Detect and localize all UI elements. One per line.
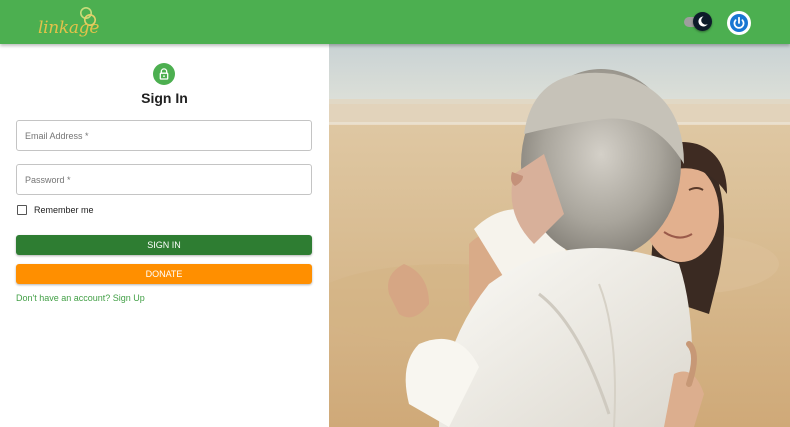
theme-toggle-icon xyxy=(693,12,712,31)
logout-button[interactable] xyxy=(727,11,751,35)
lock-avatar xyxy=(153,63,175,85)
password-field[interactable] xyxy=(16,164,312,195)
donate-button[interactable]: Donate xyxy=(16,264,312,284)
signin-button[interactable]: Sign In xyxy=(16,235,312,255)
signin-panel: Sign In Remember me Sign In Donate Don't… xyxy=(0,44,329,427)
email-field[interactable] xyxy=(16,120,312,151)
page-title: Sign In xyxy=(141,90,188,106)
app-bar: linkage xyxy=(0,0,790,44)
brand-logo[interactable]: linkage xyxy=(38,6,100,42)
remember-checkbox[interactable] xyxy=(17,205,27,215)
password-input[interactable] xyxy=(17,165,311,194)
hero-photo xyxy=(329,44,790,427)
remember-label: Remember me xyxy=(34,205,94,215)
power-icon xyxy=(730,14,748,32)
theme-toggle[interactable] xyxy=(684,12,712,32)
lock-icon xyxy=(159,68,169,80)
email-input[interactable] xyxy=(17,121,311,150)
signup-link[interactable]: Don't have an account? Sign Up xyxy=(16,293,145,303)
logo-text: linkage xyxy=(38,18,100,38)
